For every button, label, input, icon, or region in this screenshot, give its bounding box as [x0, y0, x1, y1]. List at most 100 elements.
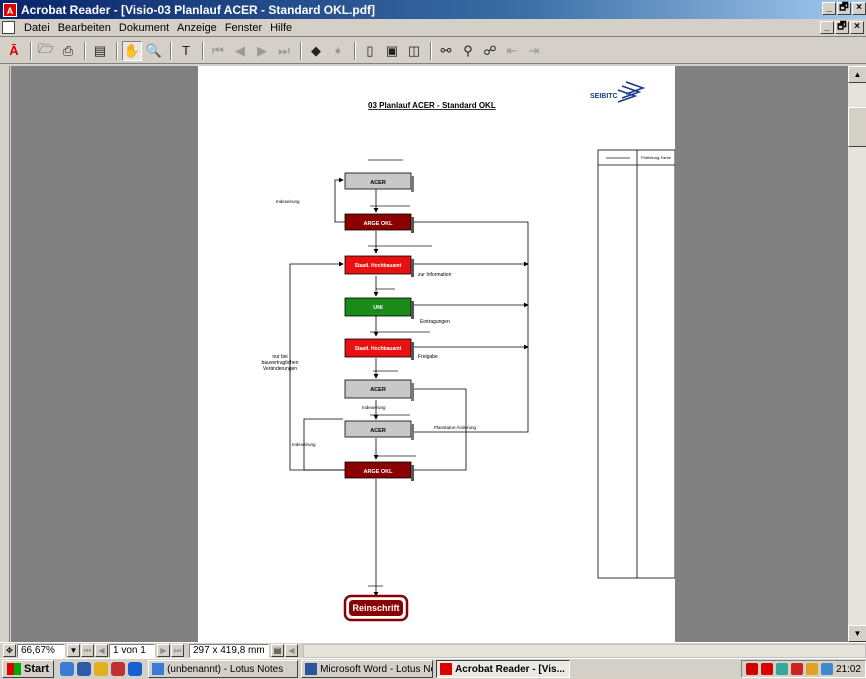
- doc-close-button[interactable]: ×: [850, 21, 864, 34]
- windows-flag-icon: [7, 663, 21, 675]
- page-size-field: 297 x 419,8 mm: [189, 643, 269, 658]
- logo-text: SEIBITC: [590, 93, 618, 100]
- scroll-down-button[interactable]: ▼: [848, 625, 866, 642]
- task-word[interactable]: Microsoft Word - Lotus Not...: [301, 660, 434, 678]
- norton-icon[interactable]: [760, 663, 773, 675]
- desktop-icon[interactable]: [60, 662, 75, 676]
- print-icon[interactable]: ⎙: [58, 41, 78, 61]
- antivirus-icon[interactable]: [745, 663, 758, 675]
- explorer-icon[interactable]: [94, 662, 109, 676]
- person-icon[interactable]: [111, 662, 126, 676]
- task-lotus-notes[interactable]: (unbenannt) - Lotus Notes: [148, 660, 299, 678]
- horizontal-scrollbar[interactable]: [303, 643, 866, 658]
- status-prev-page-icon[interactable]: ◀: [95, 644, 108, 657]
- doc-restore-button[interactable]: 🗗: [835, 21, 849, 34]
- toolbar-separator: [170, 41, 172, 60]
- next-page-icon[interactable]: ▶: [252, 41, 272, 61]
- network-icon[interactable]: [775, 663, 788, 675]
- menu-datei[interactable]: Datei: [20, 22, 54, 34]
- nav-forward-icon[interactable]: ⇥: [524, 41, 544, 61]
- find-icon[interactable]: ⚯: [436, 41, 456, 61]
- zoom-icon[interactable]: 🔍: [144, 41, 164, 61]
- nav-back-icon[interactable]: ⇤: [502, 41, 522, 61]
- fit-page-icon[interactable]: ▣: [382, 41, 402, 61]
- web-capture-icon[interactable]: ☍: [480, 41, 500, 61]
- minimize-button[interactable]: _: [822, 2, 836, 15]
- menu-hilfe[interactable]: Hilfe: [266, 22, 296, 34]
- zoom-dropdown-icon[interactable]: ▼: [67, 644, 80, 657]
- menu-fenster[interactable]: Fenster: [221, 22, 266, 34]
- move-icon[interactable]: ✥: [3, 644, 16, 657]
- node-acer-2: ACER: [344, 379, 414, 401]
- node-reinschrift: Reinschrift: [343, 594, 409, 622]
- toolbar-separator: [300, 41, 302, 60]
- node-staatl-hochbauamt-2: Staatl. Hochbauamt: [344, 338, 414, 360]
- svg-text:Indexeirung: Indexeirung: [276, 199, 300, 204]
- actual-size-icon[interactable]: ▯: [360, 41, 380, 61]
- node-acer-3: ACER: [344, 420, 414, 440]
- toolbar-separator: [354, 41, 356, 60]
- open-icon[interactable]: 🗁: [36, 41, 56, 61]
- first-page-icon[interactable]: ⏮: [208, 41, 228, 61]
- doc-minimize-button[interactable]: _: [820, 21, 834, 34]
- menu-anzeige[interactable]: Anzeige: [173, 22, 221, 34]
- status-table: Prüfbitung-Farbe: [597, 149, 676, 579]
- prev-page-icon[interactable]: ◀: [230, 41, 250, 61]
- menu-bearbeiten[interactable]: Bearbeiten: [54, 22, 115, 34]
- svg-text:ARGE OKL: ARGE OKL: [363, 469, 393, 475]
- page-layout-icon[interactable]: ▤: [271, 644, 284, 657]
- text-select-icon[interactable]: T: [176, 41, 196, 61]
- svg-text:ACER: ACER: [370, 428, 386, 434]
- svg-text:Veränderungen: Veränderungen: [263, 366, 297, 372]
- document-viewport[interactable]: 03 Planlauf ACER - Standard OKL SEIBITC: [11, 66, 847, 642]
- messenger-icon[interactable]: [128, 662, 143, 676]
- svg-text:ACER: ACER: [370, 180, 386, 186]
- document-window-controls: _ 🗗 ×: [820, 21, 864, 34]
- title-bar: A Acrobat Reader - [Visio-03 Planlauf AC…: [0, 0, 866, 19]
- acrobat-app-icon[interactable]: A: [3, 2, 17, 17]
- document-title: 03 Planlauf ACER - Standard OKL: [368, 101, 496, 110]
- toolbar: Ā 🗁 ⎙ ▤ ✋ 🔍 T ⏮ ◀ ▶ ⏭ ◆ ➧ ▯ ▣ ◫ ⚯ ⚲ ☍ ⇤ …: [0, 38, 866, 64]
- status-next-page-icon[interactable]: ▶: [157, 644, 170, 657]
- lotus-notes-icon: [152, 663, 165, 675]
- last-page-icon[interactable]: ⏭: [274, 41, 294, 61]
- acrobat-icon[interactable]: Ā: [4, 41, 24, 61]
- ie-icon[interactable]: [77, 662, 92, 676]
- scroll-thumb[interactable]: [848, 107, 866, 147]
- status-first-page-icon[interactable]: ⏮: [81, 644, 94, 657]
- search-icon[interactable]: ⚲: [458, 41, 478, 61]
- zoom-field[interactable]: 66,67%: [17, 643, 65, 658]
- node-acer-1: ACER: [344, 172, 414, 192]
- vertical-scrollbar[interactable]: ▲ ▼: [847, 66, 866, 642]
- close-button[interactable]: ×: [852, 2, 866, 15]
- toolbar-separator: [116, 41, 118, 60]
- svg-text:UNI: UNI: [373, 305, 383, 311]
- start-button[interactable]: Start: [2, 660, 55, 678]
- task-acrobat[interactable]: Acrobat Reader - [Vis...: [436, 660, 571, 678]
- status-last-page-icon[interactable]: ⏭: [171, 644, 184, 657]
- navigation-pane-handle[interactable]: [0, 66, 10, 642]
- start-label: Start: [24, 663, 50, 675]
- svg-text:Indexeirung: Indexeirung: [292, 442, 316, 447]
- window-controls: _ 🗗 ×: [822, 2, 866, 15]
- navigation-pane-icon[interactable]: ▤: [90, 41, 110, 61]
- svg-text:Reinschrift: Reinschrift: [352, 603, 399, 613]
- pdf-page: 03 Planlauf ACER - Standard OKL SEIBITC: [198, 66, 676, 642]
- volume-icon[interactable]: [805, 663, 818, 675]
- word-icon: [305, 663, 318, 675]
- restore-button[interactable]: 🗗: [837, 2, 851, 15]
- hand-icon[interactable]: ✋: [122, 40, 142, 61]
- toolbar-separator: [430, 41, 432, 60]
- scroll-up-button[interactable]: ▲: [848, 66, 866, 83]
- node-uni: UNI: [344, 297, 414, 319]
- hscroll-left-button[interactable]: ◀: [285, 644, 298, 657]
- fit-width-icon[interactable]: ◫: [404, 41, 424, 61]
- document-icon[interactable]: [2, 21, 15, 34]
- menu-dokument[interactable]: Dokument: [115, 22, 173, 34]
- tray-app-icon[interactable]: [790, 663, 803, 675]
- page-field[interactable]: 1 von 1: [109, 643, 155, 658]
- go-forward-icon[interactable]: ➧: [328, 41, 348, 61]
- go-back-icon[interactable]: ◆: [306, 41, 326, 61]
- messenger-tray-icon[interactable]: [820, 663, 833, 675]
- svg-text:Staatl. Hochbauamt: Staatl. Hochbauamt: [355, 263, 402, 269]
